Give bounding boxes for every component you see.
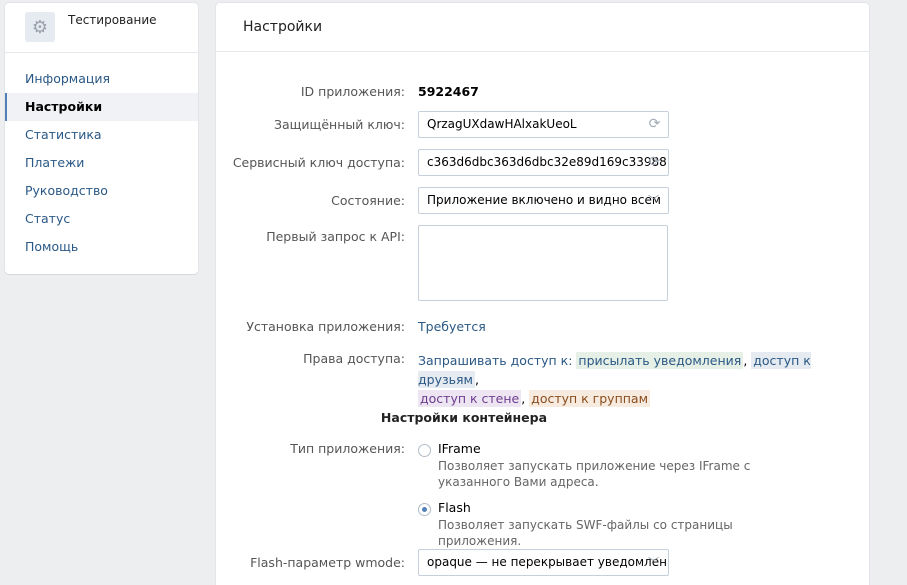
install-value[interactable]: Требуется <box>418 319 486 334</box>
sidebar: ⚙ Тестирование Информация Настройки Стат… <box>5 3 198 274</box>
gear-icon[interactable]: ⚙ <box>25 12 55 42</box>
container-title: Настройки контейнера <box>380 410 548 425</box>
state-dropdown[interactable]: Приложение включено и видно всем ﹀ <box>418 187 669 214</box>
access-tag-notify[interactable]: присылать уведомления <box>576 352 744 369</box>
access-tag-groups[interactable]: доступ к группам <box>529 390 651 407</box>
page-title: Настройки <box>216 3 869 52</box>
service-key-field[interactable]: c363d6dbc363d6dbc32e89d169c33988 ⟳ <box>418 149 669 176</box>
state-label: Состояние: <box>331 193 405 208</box>
radio-iframe[interactable] <box>418 444 431 457</box>
sidebar-item-info[interactable]: Информация <box>5 65 198 93</box>
sidebar-item-stats[interactable]: Статистика <box>5 121 198 149</box>
refresh-icon[interactable]: ⟳ <box>647 117 662 132</box>
radio-flash[interactable] <box>418 503 431 516</box>
service-key-value: c363d6dbc363d6dbc32e89d169c33988 <box>427 155 667 169</box>
wmode-row: Flash-параметр wmode: opaque — не перекр… <box>216 549 869 576</box>
sidebar-item-settings[interactable]: Настройки <box>5 93 198 121</box>
app-type-label: Тип приложения: <box>290 441 405 456</box>
chevron-down-icon: ﹀ <box>648 194 659 207</box>
sidebar-item-status[interactable]: Статус <box>5 205 198 233</box>
secret-key-row: Защищённый ключ: QrzagUXdawHAlxakUeoL ⟳ <box>216 111 869 138</box>
app-id-value: 5922467 <box>418 84 479 99</box>
app-header: ⚙ Тестирование <box>5 3 198 53</box>
wmode-value: opaque — не перекрывает уведомлен... <box>427 555 669 569</box>
radio-flash-title[interactable]: Flash <box>438 500 471 515</box>
access-prefix: Запрашивать доступ к: <box>418 353 573 368</box>
secret-key-field[interactable]: QrzagUXdawHAlxakUeoL ⟳ <box>418 111 669 138</box>
service-key-label: Сервисный ключ доступа: <box>232 155 405 170</box>
access-label: Права доступа: <box>303 351 405 366</box>
radio-flash-desc: Позволяет запускать SWF-файлы со страниц… <box>438 518 733 548</box>
app-title[interactable]: Тестирование <box>68 13 157 27</box>
service-key-row: Сервисный ключ доступа: c363d6dbc363d6db… <box>216 149 869 176</box>
first-request-textarea[interactable] <box>418 225 668 301</box>
sidebar-item-help[interactable]: Помощь <box>5 233 198 261</box>
first-request-label: Первый запрос к API: <box>266 229 405 244</box>
secret-key-label: Защищённый ключ: <box>273 117 405 132</box>
access-tag-wall[interactable]: доступ к стене <box>418 390 522 407</box>
settings-panel: Настройки ID приложения: 5922467 Защищён… <box>216 3 869 585</box>
access-value: Запрашивать доступ к: присылать уведомле… <box>418 352 811 407</box>
radio-iframe-title[interactable]: IFrame <box>438 441 481 456</box>
state-value: Приложение включено и видно всем <box>427 193 661 207</box>
first-request-row: Первый запрос к API: <box>216 225 869 304</box>
sidebar-item-guide[interactable]: Руководство <box>5 177 198 205</box>
wmode-label: Flash-параметр wmode: <box>250 555 405 570</box>
state-row: Состояние: Приложение включено и видно в… <box>216 187 869 214</box>
refresh-icon[interactable]: ⟳ <box>647 155 662 170</box>
app-id-label: ID приложения: <box>300 84 405 99</box>
wmode-dropdown[interactable]: opaque — не перекрывает уведомлен... ﹀ <box>418 549 669 576</box>
sidebar-item-payments[interactable]: Платежи <box>5 149 198 177</box>
install-label: Установка приложения: <box>246 319 405 334</box>
chevron-down-icon: ﹀ <box>648 556 659 569</box>
secret-key-value: QrzagUXdawHAlxakUeoL <box>427 117 577 131</box>
radio-iframe-desc: Позволяет запускать приложение через IFr… <box>438 459 751 489</box>
sidebar-nav: Информация Настройки Статистика Платежи … <box>5 65 198 261</box>
